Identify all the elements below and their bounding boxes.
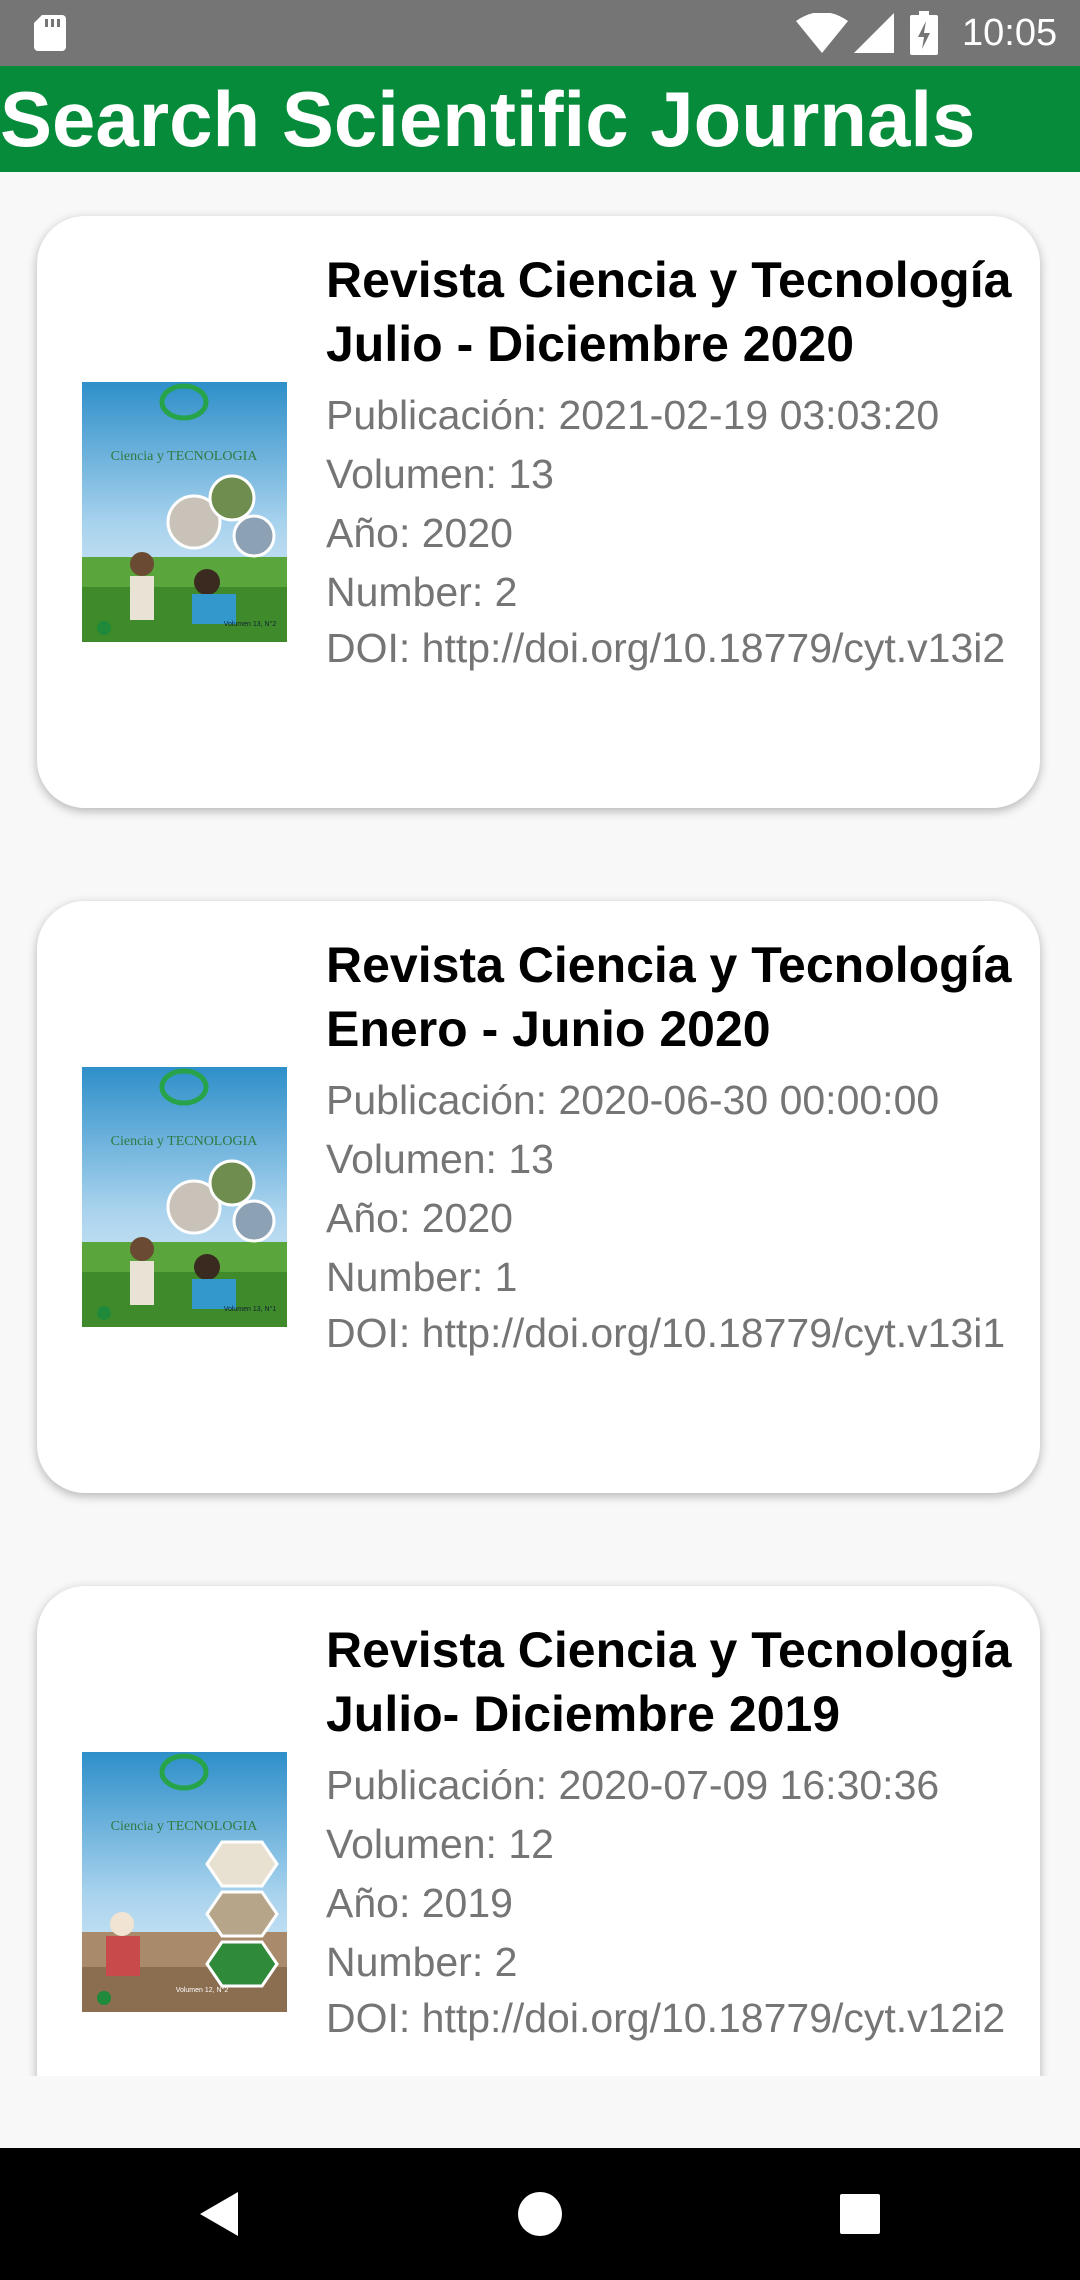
navigation-bar [0,2148,1080,2280]
journal-card[interactable]: Ciencia y TECNOLOGIA Volumen 13, N°1 Rev… [37,901,1040,1493]
cell-signal-icon [854,13,894,53]
wifi-icon [796,13,848,53]
cover-title: Ciencia y TECNOLOGIA [111,449,259,464]
app-bar: Search Scientific Journals [0,66,1080,172]
journal-year: Año: 2020 [326,1195,513,1241]
journal-doi[interactable]: DOI: http://doi.org/10.18779/cyt.v13i2 [326,622,1016,674]
cover-title: Ciencia y TECNOLOGIA [111,1819,259,1834]
journal-publication: Publicación: 2020-07-09 16:30:36 [326,1762,940,1808]
journal-number: Number: 1 [326,1254,518,1300]
status-bar: 10:05 [0,0,1080,66]
journal-title: Revista Ciencia y Tecnología Julio- Dici… [326,1622,1012,1742]
cover-volume: Volumen 13, N°2 [224,620,277,628]
journal-doi[interactable]: DOI: http://doi.org/10.18779/cyt.v13i1 [326,1307,1016,1359]
journal-number: Number: 2 [326,1939,518,1985]
recents-icon [840,2194,880,2234]
journal-cover-image: Ciencia y TECNOLOGIA Volumen 12, N°2 [82,1752,287,2012]
journal-card[interactable]: Ciencia y TECNOLOGIA Volumen 12, N°2 Rev… [37,1586,1040,2076]
list-bottom-spacer [0,2076,1080,2148]
journal-info: Revista Ciencia y Tecnología Julio- Dici… [326,1618,1016,2044]
back-icon [200,2192,238,2236]
journal-info: Revista Ciencia y Tecnología Enero - Jun… [326,933,1016,1359]
journal-year: Año: 2019 [326,1880,513,1926]
journal-list[interactable]: Ciencia y TECNOLOGIA Volumen 13, N°2 Rev… [0,172,1080,2076]
cover-volume: Volumen 13, N°1 [224,1305,277,1313]
back-button[interactable] [140,2148,300,2280]
recents-button[interactable] [780,2148,940,2280]
battery-charging-icon [910,11,938,55]
cover-title: Ciencia y TECNOLOGIA [111,1134,259,1149]
journal-cover-image: Ciencia y TECNOLOGIA Volumen 13, N°1 [82,1067,287,1327]
journal-year: Año: 2020 [326,510,513,556]
journal-volume: Volumen: 12 [326,1821,554,1867]
sd-card-icon [34,15,66,51]
home-icon [518,2192,562,2236]
status-clock: 10:05 [962,12,1058,54]
cover-volume: Volumen 12, N°2 [176,1986,229,1994]
journal-doi[interactable]: DOI: http://doi.org/10.18779/cyt.v12i2 [326,1992,1016,2044]
journal-volume: Volumen: 13 [326,1136,554,1182]
journal-card[interactable]: Ciencia y TECNOLOGIA Volumen 13, N°2 Rev… [37,216,1040,808]
journal-title: Revista Ciencia y Tecnología Julio - Dic… [326,252,1012,372]
journal-cover-image: Ciencia y TECNOLOGIA Volumen 13, N°2 [82,382,287,642]
page-title: Search Scientific Journals [0,75,976,163]
home-button[interactable] [460,2148,620,2280]
journal-title: Revista Ciencia y Tecnología Enero - Jun… [326,937,1012,1057]
journal-publication: Publicación: 2020-06-30 00:00:00 [326,1077,940,1123]
journal-info: Revista Ciencia y Tecnología Julio - Dic… [326,248,1016,674]
journal-volume: Volumen: 13 [326,451,554,497]
journal-number: Number: 2 [326,569,518,615]
journal-publication: Publicación: 2021-02-19 03:03:20 [326,392,940,438]
